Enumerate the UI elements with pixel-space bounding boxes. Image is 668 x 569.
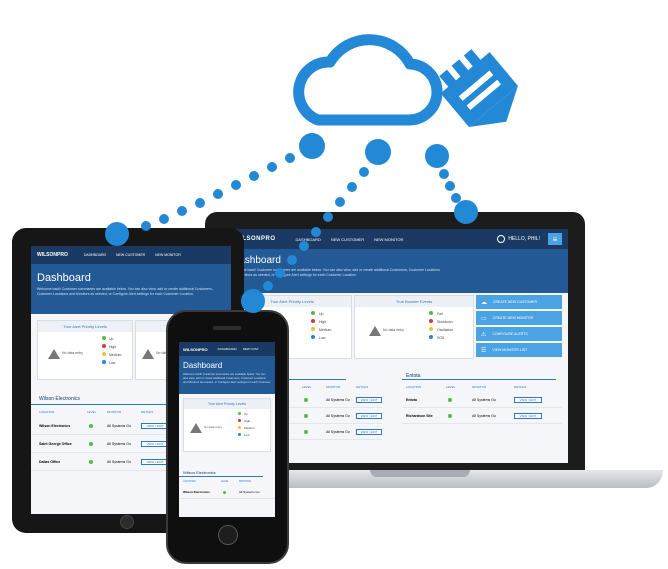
cloud-connection-overlay bbox=[105, 34, 518, 313]
connection-line-middle bbox=[241, 139, 391, 313]
connection-line-right bbox=[425, 144, 478, 224]
cloud-icon bbox=[293, 34, 443, 126]
wilson-logo-icon bbox=[439, 49, 518, 127]
connection-line-left bbox=[105, 133, 325, 246]
